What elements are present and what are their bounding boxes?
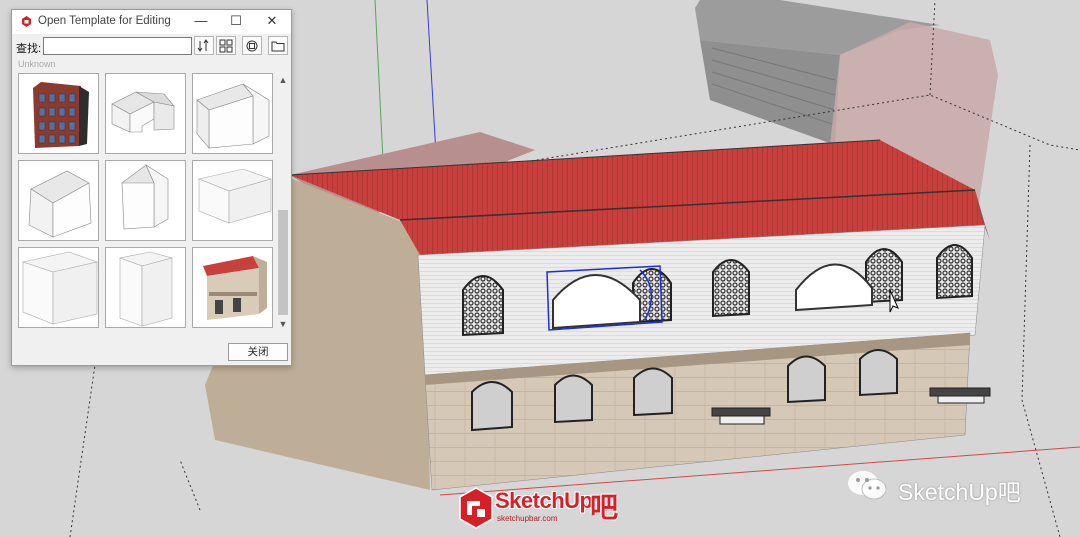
template-thumbnail[interactable] [192, 247, 273, 328]
flat-box-thumbnail [118, 251, 174, 327]
grid-view-icon [219, 39, 233, 53]
template-grid [16, 71, 277, 333]
building-facade-thumbnail [33, 82, 89, 148]
dialog-title: Open Template for Editing [38, 15, 171, 27]
wechat-watermark-text: SketchUp吧 [898, 479, 1021, 505]
sketchup-app-icon [22, 16, 31, 27]
gable-box-thumbnail [196, 83, 270, 149]
gable-box-thumbnail [28, 170, 92, 238]
search-input[interactable] [43, 37, 192, 55]
template-thumbnail[interactable] [192, 73, 273, 154]
scroll-up-icon[interactable]: ▲ [276, 73, 290, 87]
wechat-watermark: SketchUp吧 [846, 469, 1046, 505]
open-template-dialog: Open Template for Editing — ☐ ✕ 查找: Unkn… [11, 9, 292, 366]
logo-url: sketchupbar.com [497, 514, 558, 523]
template-thumbnail[interactable] [18, 73, 99, 154]
maximize-button[interactable]: ☐ [218, 10, 254, 34]
refresh-icon [246, 40, 258, 52]
close-window-button[interactable]: ✕ [254, 10, 290, 34]
scroll-thumb[interactable] [278, 210, 288, 315]
template-thumbnail[interactable] [18, 247, 99, 328]
section-label: Unknown [18, 59, 56, 69]
sketchup-logo-icon [459, 487, 493, 529]
flat-box-thumbnail [21, 251, 99, 325]
open-folder-button[interactable] [268, 36, 288, 55]
template-thumbnail[interactable] [192, 160, 273, 241]
close-button[interactable]: 关闭 [228, 343, 288, 361]
template-thumbnail[interactable] [18, 160, 99, 241]
open-folder-icon [271, 41, 285, 52]
sketchupbar-logo: SketchUp 吧 sketchupbar.com [458, 486, 626, 534]
search-label: 查找: [16, 43, 42, 55]
logo-suffix: 吧 [590, 492, 619, 523]
gable-box-thumbnail [121, 164, 169, 230]
sort-icon [197, 39, 209, 52]
sort-button[interactable] [194, 36, 214, 55]
grid-view-button[interactable] [216, 36, 236, 55]
dialog-toolbar: 查找: [12, 36, 291, 60]
template-thumbnail[interactable] [105, 247, 186, 328]
logo-text: SketchUp [495, 488, 593, 513]
refresh-button[interactable] [242, 36, 262, 55]
building-model-thumbnail [203, 256, 267, 320]
minimize-button[interactable]: — [183, 10, 219, 34]
template-scrollbar[interactable]: ▲ ▼ [276, 71, 290, 333]
template-thumbnail[interactable] [105, 160, 186, 241]
flat-box-thumbnail [197, 168, 272, 224]
scroll-down-icon[interactable]: ▼ [276, 317, 290, 331]
template-thumbnail[interactable] [105, 73, 186, 154]
gable-house-thumbnail [111, 91, 175, 133]
dialog-titlebar[interactable]: Open Template for Editing — ☐ ✕ [12, 10, 291, 34]
wechat-icon [848, 471, 887, 500]
